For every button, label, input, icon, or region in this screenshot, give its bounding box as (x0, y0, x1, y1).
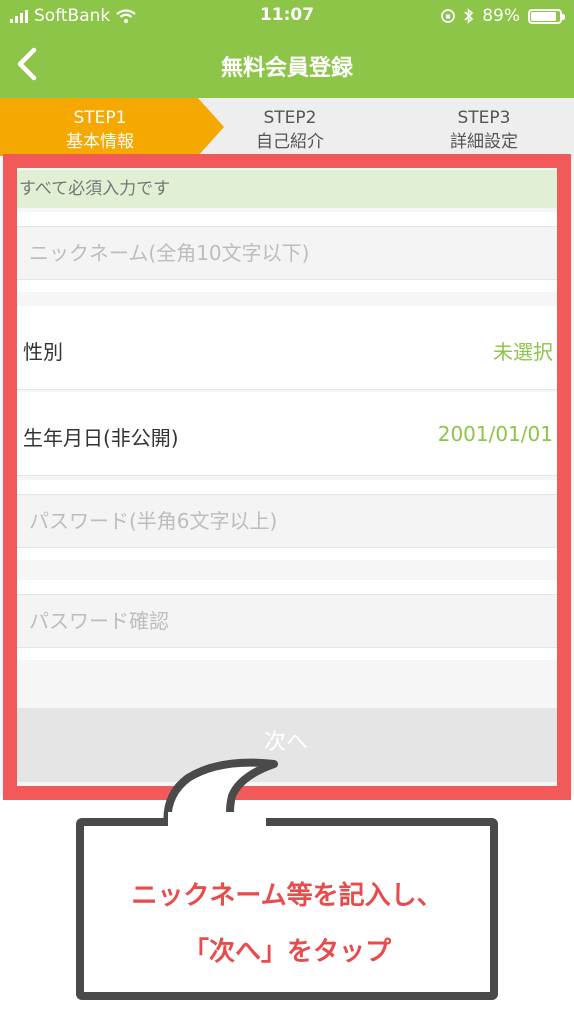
status-bar: SoftBank 11:07 89% (0, 0, 574, 32)
birthday-row[interactable]: 生年月日(非公開) 2001/01/01 (15, 392, 557, 476)
birthday-value: 2001/01/01 (437, 422, 553, 446)
step-1-label: 基本情報 (66, 132, 134, 152)
step-2-label: 自己紹介 (256, 132, 324, 152)
nickname-row (15, 212, 557, 292)
step-3: STEP3 詳細設定 (404, 106, 564, 154)
nav-bar: 無料会員登録 (0, 32, 574, 98)
password-input[interactable] (15, 495, 557, 547)
step-1: STEP1 基本情報 (20, 106, 180, 154)
page-title: 無料会員登録 (220, 56, 353, 81)
step-3-number: STEP3 (457, 108, 511, 128)
annotation-line-2: 「次へ」をタップ (182, 937, 391, 967)
gender-label: 性別 (23, 340, 63, 364)
annotation-text: ニックネーム等を記入し、 「次へ」をタップ (84, 868, 490, 980)
password-row (15, 480, 557, 560)
birthday-label: 生年月日(非公開) (23, 426, 179, 450)
registration-form: すべて必須入力です 性別 未選択 生年月日(非公開) 2001/01/01 次へ (0, 156, 574, 796)
annotation-line-1: ニックネーム等を記入し、 (131, 881, 443, 911)
gender-row[interactable]: 性別 未選択 (15, 306, 557, 390)
step-3-label: 詳細設定 (450, 132, 518, 152)
battery-icon (528, 8, 565, 24)
battery-percent: 89% (482, 6, 520, 26)
password-confirm-input[interactable] (15, 595, 557, 647)
nickname-box (15, 226, 557, 280)
orientation-lock-icon (441, 9, 456, 23)
speech-bubble-joint (168, 812, 266, 828)
required-notice: すべて必須入力です (15, 170, 557, 208)
password-confirm-box (15, 594, 557, 648)
step-2-number: STEP2 (263, 108, 317, 128)
step-2: STEP2 自己紹介 (210, 106, 370, 154)
speech-bubble: ニックネーム等を記入し、 「次へ」をタップ (76, 818, 498, 1000)
password-confirm-row (15, 580, 557, 660)
gender-value: 未選択 (493, 340, 553, 364)
bluetooth-icon (464, 8, 474, 24)
step-indicator: STEP1 基本情報 STEP2 自己紹介 STEP3 詳細設定 (0, 98, 574, 156)
battery-fill (531, 11, 556, 21)
nickname-input[interactable] (15, 227, 557, 279)
step-1-number: STEP1 (73, 108, 127, 128)
status-right: 89% (440, 6, 565, 26)
password-box (15, 494, 557, 548)
next-button[interactable]: 次へ (15, 708, 557, 782)
